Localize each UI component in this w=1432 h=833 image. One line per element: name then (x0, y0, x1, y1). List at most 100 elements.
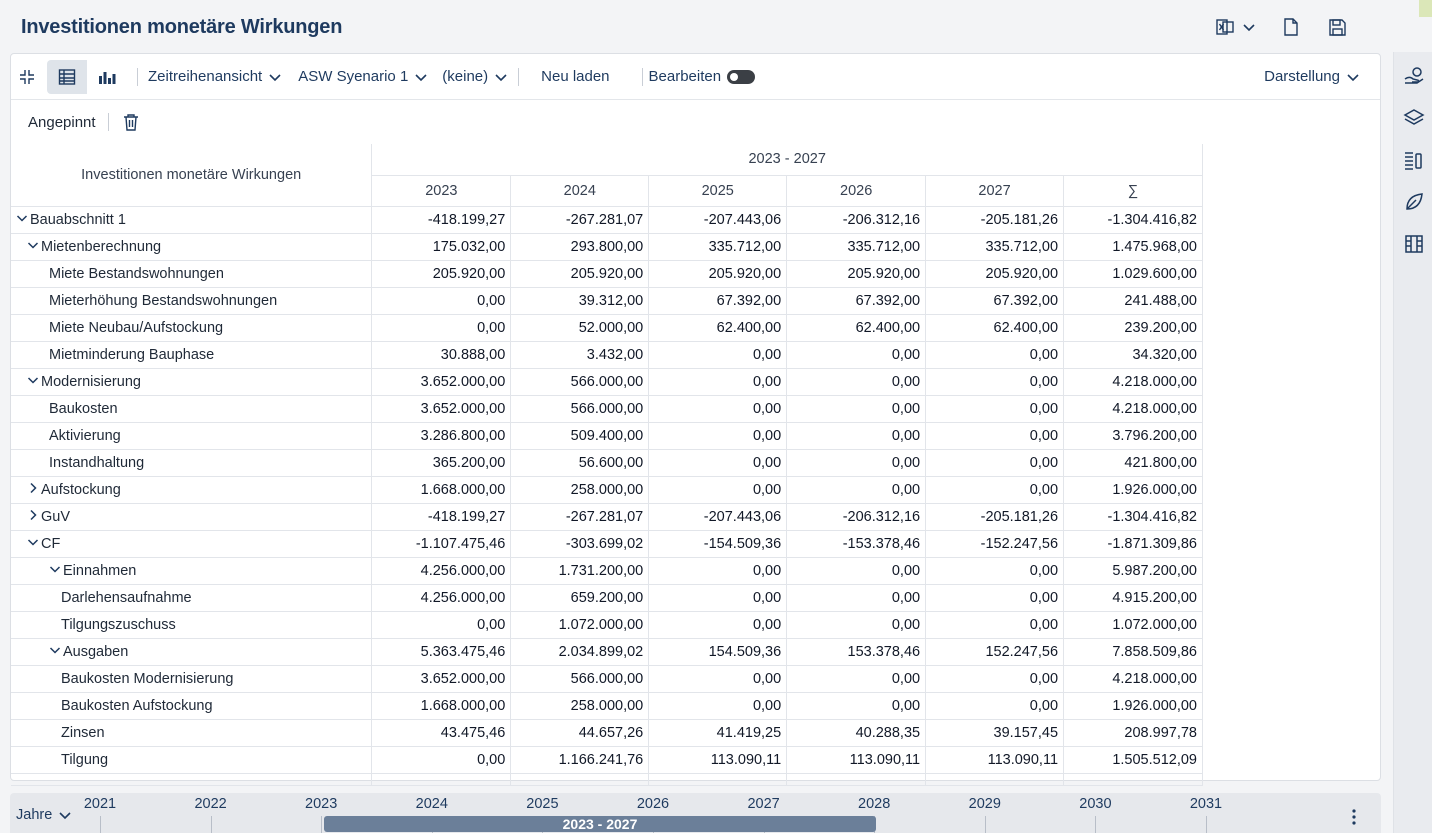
value-cell[interactable]: 67.392,00 (648, 286, 788, 315)
table-row[interactable]: Aktivierung 3.286.800,00 509.400,00 0,00 0,0… (11, 421, 1203, 450)
value-cell[interactable]: 67.392,00 (925, 286, 1065, 315)
value-cell[interactable]: 56.600,00 (510, 448, 650, 477)
value-cell[interactable]: -205.181,26 (925, 205, 1065, 234)
value-cell[interactable]: -418.199,27 (371, 205, 512, 234)
value-cell[interactable]: 1.926.000,00 (1063, 691, 1203, 720)
table-row[interactable]: Modernisierung 3.652.000,00 566.000,00 0,00… (11, 367, 1203, 396)
value-cell[interactable]: 0,00 (648, 556, 788, 585)
hand-coin-icon[interactable] (1394, 55, 1432, 97)
value-cell[interactable]: 0,00 (371, 745, 512, 774)
value-cell[interactable]: 39.312,00 (510, 286, 650, 315)
value-cell[interactable]: -1.304.416,82 (1063, 502, 1203, 531)
pinned-label[interactable]: Angepinnt (28, 114, 96, 131)
value-cell[interactable]: 2.034.899,02 (510, 637, 650, 666)
table-row[interactable]: Mieterhöhung Bestandswohnungen 0,00 39.312… (11, 286, 1203, 315)
value-cell[interactable]: 0,00 (786, 340, 927, 369)
value-cell[interactable]: 0,00 (786, 367, 927, 396)
chevron-down-icon[interactable] (16, 212, 30, 228)
value-cell[interactable]: 4.218.000,00 (1063, 394, 1203, 423)
value-cell[interactable]: -207.443,06 (648, 502, 788, 531)
value-cell[interactable]: 335.712,00 (786, 232, 927, 261)
value-cell[interactable]: 1.072.000,00 (510, 610, 650, 639)
leaf-icon[interactable] (1394, 181, 1432, 223)
table-row[interactable]: Tilgung 0,00 1.166.241,76 113.090,11 113.090… (11, 745, 1203, 774)
value-cell[interactable]: 0,00 (648, 394, 788, 423)
value-cell[interactable]: 0,00 (925, 610, 1065, 639)
value-cell[interactable]: 52.000,00 (510, 313, 650, 342)
table-row[interactable]: Baukosten 3.652.000,00 566.000,00 0,00 0,00 0… (11, 394, 1203, 423)
table-row[interactable]: Mietminderung Bauphase 30.888,00 3.432,00 0… (11, 340, 1203, 369)
value-cell[interactable]: 0,00 (648, 340, 788, 369)
value-cell[interactable]: 0,00 (925, 367, 1065, 396)
value-cell[interactable]: -205.181,26 (925, 502, 1065, 531)
value-cell[interactable]: -267.281,07 (510, 502, 650, 531)
value-cell[interactable]: 0,00 (786, 448, 927, 477)
value-cell[interactable]: 0,00 (371, 313, 512, 342)
collapse-arrows-icon[interactable] (11, 61, 43, 93)
value-cell[interactable]: 175.032,00 (371, 232, 512, 261)
value-cell[interactable]: 0,00 (648, 664, 788, 693)
value-cell[interactable]: -1.871.309,86 (1063, 529, 1203, 558)
value-cell[interactable]: 566.000,00 (510, 664, 650, 693)
value-cell[interactable]: -267.281,07 (510, 205, 650, 234)
value-cell[interactable]: 0,00 (648, 448, 788, 477)
value-cell[interactable]: 205.920,00 (371, 259, 512, 288)
value-cell[interactable]: 0,00 (786, 556, 927, 585)
value-cell[interactable]: 1.029.600,00 (1063, 259, 1203, 288)
value-cell[interactable]: 4.915.200,00 (1063, 583, 1203, 612)
table-row[interactable]: Aufstockung 1.668.000,00 258.000,00 0,00 0,0… (11, 475, 1203, 504)
filter-dropdown[interactable]: (keine) (442, 68, 508, 85)
value-cell[interactable]: 0,00 (786, 475, 927, 504)
value-cell[interactable]: 67.392,00 (786, 286, 927, 315)
value-cell[interactable]: 0,00 (648, 421, 788, 450)
table-row[interactable]: Instandhaltung 365.200,00 56.600,00 0,00 0,0… (11, 448, 1203, 477)
value-cell[interactable]: 208.997,78 (1063, 718, 1203, 747)
value-cell[interactable]: 0,00 (648, 367, 788, 396)
value-cell[interactable]: 5.363.475,46 (371, 637, 512, 666)
value-cell[interactable]: 3.796.200,00 (1063, 421, 1203, 450)
value-cell[interactable]: 0,00 (648, 583, 788, 612)
chevron-right-icon[interactable] (27, 509, 41, 525)
value-cell[interactable]: 566.000,00 (510, 367, 650, 396)
value-cell[interactable]: 0,00 (786, 664, 927, 693)
value-cell[interactable]: 1.668.000,00 (371, 475, 512, 504)
value-cell[interactable]: 0,00 (925, 394, 1065, 423)
value-cell[interactable]: -303.699,02 (510, 529, 650, 558)
chevron-down-icon[interactable] (27, 239, 41, 255)
value-cell[interactable]: 3.286.800,00 (371, 421, 512, 450)
chevron-down-icon[interactable] (49, 644, 63, 660)
value-cell[interactable]: 154.509,36 (648, 637, 788, 666)
value-cell[interactable]: 205.920,00 (648, 259, 788, 288)
table-icon[interactable] (47, 59, 87, 94)
value-cell[interactable]: 44.657,26 (510, 718, 650, 747)
value-cell[interactable]: -154.509,36 (648, 529, 788, 558)
edit-toggle[interactable] (727, 69, 756, 84)
value-cell[interactable]: 335.712,00 (648, 232, 788, 261)
value-cell[interactable]: -207.443,06 (648, 205, 788, 234)
value-cell[interactable]: 4.218.000,00 (1063, 664, 1203, 693)
bar-chart-icon[interactable] (87, 60, 127, 94)
table-row[interactable]: Darlehensaufnahme 4.256.000,00 659.200,00 0… (11, 583, 1203, 612)
table-row[interactable]: Zinsen 43.475,46 44.657,26 41.419,25 40.288,… (11, 718, 1203, 747)
value-cell[interactable]: 0,00 (925, 340, 1065, 369)
value-cell[interactable]: 0,00 (925, 475, 1065, 504)
trash-icon[interactable] (117, 106, 145, 138)
value-cell[interactable]: 0,00 (786, 394, 927, 423)
value-cell[interactable]: 4.218.000,00 (1063, 367, 1203, 396)
reload-button[interactable]: Neu laden (541, 68, 609, 85)
value-cell[interactable]: 34.320,00 (1063, 340, 1203, 369)
value-cell[interactable]: 0,00 (925, 583, 1065, 612)
value-cell[interactable]: 1.668.000,00 (371, 691, 512, 720)
save-icon[interactable] (1324, 14, 1350, 40)
chevron-down-icon[interactable] (49, 563, 63, 579)
value-cell[interactable]: 113.090,11 (925, 745, 1065, 774)
value-cell[interactable]: 0,00 (925, 664, 1065, 693)
value-cell[interactable]: -153.378,46 (786, 529, 927, 558)
chevron-down-icon[interactable] (27, 536, 41, 552)
table-row[interactable]: Miete Bestandswohnungen 205.920,00 205.920… (11, 259, 1203, 288)
value-cell[interactable]: 0,00 (648, 610, 788, 639)
value-cell[interactable]: 0,00 (648, 691, 788, 720)
value-cell[interactable]: 43.475,46 (371, 718, 512, 747)
value-cell[interactable]: 0,00 (925, 448, 1065, 477)
chevron-down-icon[interactable] (27, 374, 41, 390)
